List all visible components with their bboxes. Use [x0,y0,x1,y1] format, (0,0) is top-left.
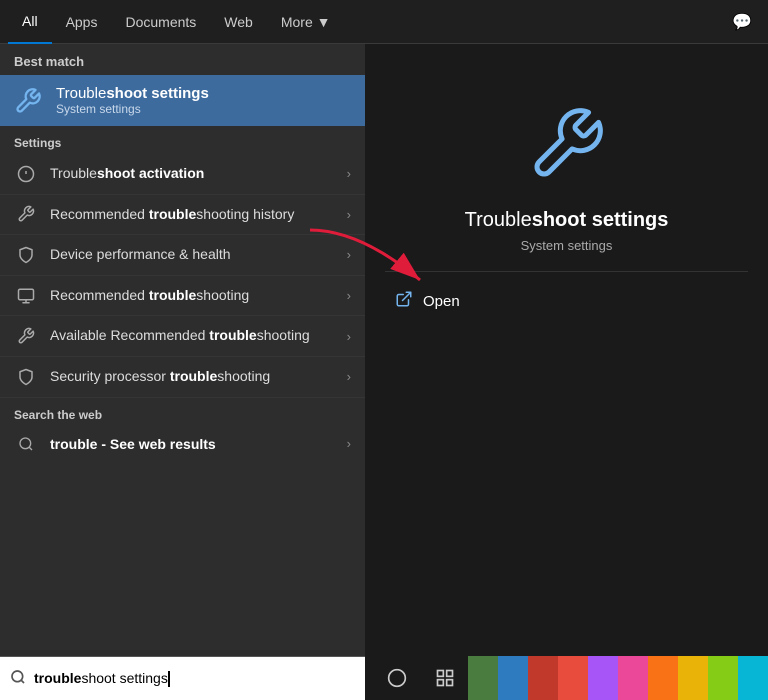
item-text-device-perf: Device performance & health [50,245,335,265]
best-match-text: Troubleshoot settings System settings [56,85,209,116]
nav-apps[interactable]: Apps [52,0,112,44]
taskbar: troubleshoot settings [0,656,768,700]
best-match-label: Best match [0,44,365,75]
left-panel: Best match Troubleshoot settings System … [0,44,365,656]
best-match-title: Troubleshoot settings [56,85,209,102]
web-keyword-bold: trouble [50,436,97,452]
list-item-available-recommended[interactable]: Available Recommended troubleshooting › [0,316,365,357]
open-icon [395,290,413,313]
taskbar-color-tiles [468,656,768,700]
nav-all[interactable]: All [8,0,52,44]
list-item-device-performance[interactable]: Device performance & health › [0,235,365,276]
tile-4 [558,656,588,700]
nav-web[interactable]: Web [210,0,267,44]
feedback-icon[interactable]: 💬 [724,4,760,40]
best-match-subtitle: System settings [56,102,209,116]
circle-icon [14,165,38,183]
item-text-available: Available Recommended troubleshooting [50,326,335,346]
web-search-text: trouble - See web results [50,436,335,452]
search-input-value[interactable]: troubleshoot settings [34,670,355,687]
tile-7 [648,656,678,700]
best-match-title-plain: Trouble [56,85,106,102]
item-text-activation: Troubleshoot activation [50,164,335,184]
web-search-item[interactable]: trouble - See web results › [0,426,365,462]
tile-5 [588,656,618,700]
chevron-right-icon-4: › [347,288,351,303]
web-section-label: Search the web [0,398,365,426]
taskbar-icons [365,656,467,700]
search-icon [14,436,38,452]
tile-9 [708,656,738,700]
best-match-title-bold: shoot settings [106,85,209,102]
search-rest: shoot settings [81,670,167,686]
right-panel-subtitle: System settings [521,238,613,253]
wrench-icon [14,87,42,115]
key-icon-2 [14,327,38,345]
monitor-icon [14,287,38,305]
list-item-troubleshoot-activation[interactable]: Troubleshoot activation › [0,154,365,195]
list-item-security-processor[interactable]: Security processor troubleshooting › [0,357,365,398]
list-item-recommended-troubleshooting[interactable]: Recommended troubleshooting › [0,276,365,317]
chevron-right-icon-2: › [347,207,351,222]
nav-documents[interactable]: Documents [111,0,210,44]
list-item-recommended-history[interactable]: Recommended troubleshooting history › [0,195,365,236]
text-cursor [168,671,170,687]
settings-label: Settings [0,126,365,154]
key-icon-1 [14,205,38,223]
chevron-right-icon-6: › [347,369,351,384]
taskbar-search-icon [10,669,26,689]
nav-bar: All Apps Documents Web More ▼ 💬 [0,0,768,44]
best-match-item[interactable]: Troubleshoot settings System settings [0,75,365,126]
tile-8 [678,656,708,700]
taskbar-circle-icon[interactable] [375,656,419,700]
shield-icon-1 [14,246,38,264]
right-panel-title: Troubleshoot settings [465,209,669,232]
chevron-right-icon-5: › [347,329,351,344]
right-wrench-icon [527,104,607,189]
shield-icon-2 [14,368,38,386]
tile-2 [498,656,528,700]
web-keyword-see: - See web results [97,436,215,452]
tile-3 [528,656,558,700]
open-label[interactable]: Open [423,293,460,310]
right-panel: Troubleshoot settings System settings Op… [365,44,768,656]
item-text-security: Security processor troubleshooting [50,367,335,387]
chevron-right-icon-1: › [347,166,351,181]
item-text-recommended: Recommended troubleshooting [50,286,335,306]
chevron-right-web: › [347,436,351,451]
chevron-right-icon-3: › [347,247,351,262]
open-button[interactable]: Open [395,290,460,313]
right-panel-divider [385,271,748,272]
search-bar[interactable]: troubleshoot settings [0,656,365,700]
tile-1 [468,656,498,700]
tile-10 [738,656,768,700]
item-text-history: Recommended troubleshooting history [50,205,335,225]
tile-6 [618,656,648,700]
nav-more[interactable]: More ▼ [267,0,345,44]
taskbar-grid-icon[interactable] [423,656,467,700]
